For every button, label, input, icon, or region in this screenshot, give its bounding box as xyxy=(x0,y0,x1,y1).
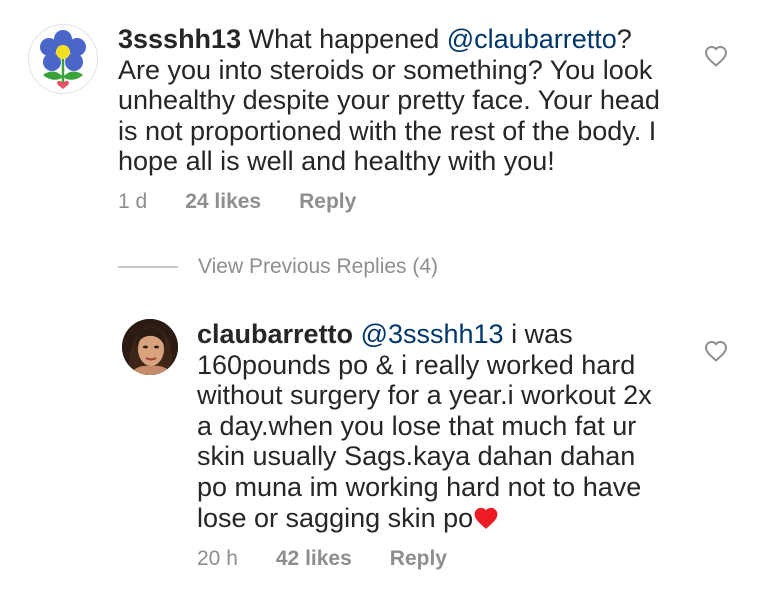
comment-time: 1 d xyxy=(118,190,148,213)
view-previous-replies-label: View Previous Replies (4) xyxy=(198,255,439,278)
reply-button[interactable]: Reply xyxy=(390,547,447,571)
reply-button[interactable]: Reply xyxy=(299,190,356,214)
heart-outline-icon xyxy=(704,340,728,362)
reply-likes[interactable]: 42 likes xyxy=(276,547,352,571)
heart-outline-icon xyxy=(704,45,728,67)
comment-meta: 1 d 24 likes Reply xyxy=(118,190,356,214)
like-heart-button[interactable] xyxy=(704,340,728,362)
profile-photo-avatar xyxy=(122,319,178,375)
flower-avatar-icon xyxy=(40,30,86,89)
comment-likes[interactable]: 24 likes xyxy=(185,190,261,214)
user-avatar[interactable] xyxy=(122,319,178,375)
mention-link[interactable]: @claubarretto xyxy=(447,24,617,54)
reply-username[interactable]: claubarretto xyxy=(197,319,353,349)
view-previous-replies-button[interactable]: View Previous Replies (4) xyxy=(118,255,438,279)
like-heart-button[interactable] xyxy=(704,45,728,67)
reply-time: 20 h xyxy=(197,547,238,570)
reply-meta: 20 h 42 likes Reply xyxy=(197,547,447,571)
user-avatar[interactable] xyxy=(28,24,98,94)
red-heart-emoji xyxy=(474,507,498,529)
reply-body: i was 160pounds po & i really worked har… xyxy=(197,319,652,533)
comment-body-start: What happened xyxy=(241,24,447,54)
divider-line xyxy=(118,266,178,268)
mention-link[interactable]: @3ssshh13 xyxy=(361,319,504,349)
comment-username[interactable]: 3ssshh13 xyxy=(118,24,241,54)
comment-text: 3ssshh13 What happened @claubarretto? Ar… xyxy=(118,24,678,177)
reply-text: claubarretto @3ssshh13 i was 160pounds p… xyxy=(197,319,667,533)
